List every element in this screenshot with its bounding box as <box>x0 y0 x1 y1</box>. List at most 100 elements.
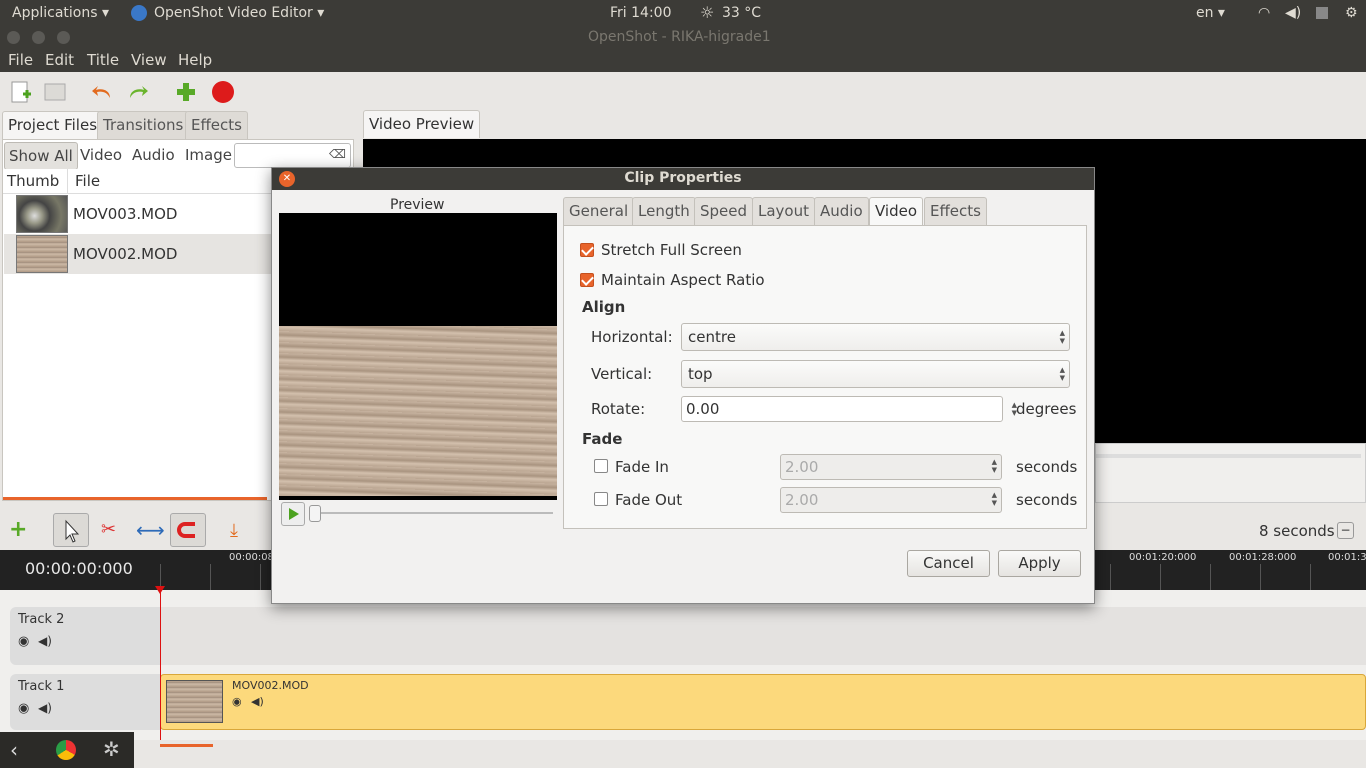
close-icon[interactable] <box>7 31 20 44</box>
select-tool-icon[interactable] <box>53 513 89 547</box>
minimize-icon[interactable] <box>32 31 45 44</box>
chrome-icon[interactable] <box>56 740 76 760</box>
stretch-label[interactable]: Stretch Full Screen <box>601 241 742 259</box>
eye-icon[interactable]: ◉ <box>18 634 29 649</box>
preview-label: Preview <box>390 197 445 213</box>
timeline-tracks: Track 2 ◉ ◀) Track 1 ◉ ◀) MOV002.MOD ◉ ◀… <box>0 590 1366 747</box>
filter-image[interactable]: Image <box>181 142 236 170</box>
preview-controls <box>1095 443 1366 503</box>
new-project-icon[interactable] <box>9 80 33 104</box>
tab-transitions[interactable]: Transitions <box>97 111 190 139</box>
cancel-button[interactable]: Cancel <box>907 550 990 577</box>
apply-button[interactable]: Apply <box>998 550 1081 577</box>
tab-effects[interactable]: Effects <box>924 197 987 226</box>
vertical-select[interactable]: top ▲ ▼ <box>681 360 1070 388</box>
import-icon[interactable]: ⤓ <box>230 520 238 541</box>
volume-icon[interactable]: ◀) <box>1285 5 1301 21</box>
filter-audio[interactable]: Audio <box>128 142 179 170</box>
preview-scrubber[interactable] <box>1096 454 1361 458</box>
menu-edit[interactable]: Edit <box>45 51 74 69</box>
clock[interactable]: Fri 14:00 <box>610 5 671 21</box>
back-icon[interactable]: ‹ <box>10 738 18 762</box>
rotate-input[interactable]: 0.00 ▲ ▼ <box>681 396 1017 422</box>
clear-icon[interactable]: ⌫ <box>329 147 346 161</box>
eye-icon[interactable]: ◉ <box>232 695 242 708</box>
horizontal-value: centre <box>688 328 736 346</box>
fade-in-checkbox[interactable] <box>594 459 608 473</box>
fade-in-value: 2.00 <box>785 458 819 476</box>
weather-icon: ☼ <box>700 3 715 22</box>
desktop: { "topbar": { "applications": "Applicati… <box>0 0 1366 768</box>
col-file[interactable]: File <box>75 172 100 190</box>
eye-icon[interactable]: ◉ <box>18 701 29 716</box>
fade-in-input[interactable]: 2.00 ▲ ▼ <box>780 454 1002 480</box>
spin-arrows-icon[interactable]: ▲ ▼ <box>992 458 997 474</box>
battery-icon[interactable] <box>1316 7 1328 19</box>
clip-properties-dialog: Clip Properties ✕ Preview General Length… <box>271 167 1095 604</box>
clip-preview-frame <box>279 326 557 496</box>
col-thumb[interactable]: Thumb <box>7 172 59 190</box>
language-indicator[interactable]: en ▾ <box>1196 5 1225 21</box>
add-track-icon[interactable]: + <box>9 519 27 541</box>
applications-menu[interactable]: Applications ▾ <box>12 5 109 21</box>
seek-handle[interactable] <box>309 505 321 522</box>
track-name: Track 2 <box>18 612 65 627</box>
fade-out-input[interactable]: 2.00 ▲ ▼ <box>780 487 1002 513</box>
track-header[interactable]: Track 2 ◉ ◀) <box>10 607 160 665</box>
tab-video-preview[interactable]: Video Preview <box>363 110 481 138</box>
stretch-checkbox[interactable] <box>580 243 594 257</box>
aspect-checkbox[interactable] <box>580 273 594 287</box>
tab-effects[interactable]: Effects <box>185 111 248 139</box>
redo-icon[interactable] <box>126 80 150 104</box>
tab-project-files[interactable]: Project Files <box>2 111 104 139</box>
menu-title[interactable]: Title <box>87 51 119 69</box>
seek-track[interactable] <box>317 512 553 514</box>
rotate-unit: degrees <box>1016 400 1077 418</box>
filter-show-all[interactable]: Show All <box>4 142 78 170</box>
tab-general[interactable]: General <box>563 197 635 226</box>
tab-speed[interactable]: Speed <box>694 197 754 226</box>
playhead-marker[interactable] <box>155 586 165 594</box>
track-header[interactable]: Track 1 ◉ ◀) <box>10 674 160 730</box>
ruler-label: 00:01:28:000 <box>1229 552 1297 563</box>
gear-icon[interactable]: ⚙ <box>1345 5 1358 21</box>
filter-video[interactable]: Video <box>76 142 126 170</box>
fade-out-unit: seconds <box>1016 491 1078 509</box>
fade-out-checkbox[interactable] <box>594 492 608 506</box>
app-menu[interactable]: OpenShot Video Editor ▾ <box>154 5 324 21</box>
tab-layout[interactable]: Layout <box>752 197 815 226</box>
track-2-lane[interactable] <box>160 607 1366 665</box>
snap-icon[interactable] <box>170 513 206 547</box>
aspect-label[interactable]: Maintain Aspect Ratio <box>601 271 765 289</box>
zoom-out-icon[interactable]: − <box>1337 522 1354 539</box>
playhead[interactable] <box>160 590 161 740</box>
undo-icon[interactable] <box>90 80 114 104</box>
menu-file[interactable]: File <box>8 51 33 69</box>
save-project-icon[interactable] <box>43 80 67 104</box>
search-input[interactable]: ⌫ <box>234 143 351 168</box>
tab-audio[interactable]: Audio <box>814 197 869 226</box>
wifi-icon[interactable]: ◠ <box>1258 5 1270 21</box>
dialog-close-icon[interactable]: ✕ <box>279 171 295 187</box>
file-name: MOV003.MOD <box>73 205 178 223</box>
fade-out-label[interactable]: Fade Out <box>615 491 682 509</box>
speaker-icon[interactable]: ◀) <box>251 695 264 708</box>
speaker-icon[interactable]: ◀) <box>38 634 52 648</box>
menu-view[interactable]: View <box>131 51 167 69</box>
maximize-icon[interactable] <box>57 31 70 44</box>
play-icon[interactable] <box>281 502 305 526</box>
spin-arrows-icon[interactable]: ▲ ▼ <box>992 491 997 507</box>
move-icon[interactable]: ⟷ <box>136 518 165 542</box>
fade-in-label[interactable]: Fade In <box>615 458 669 476</box>
add-icon[interactable] <box>174 80 198 104</box>
aperture-icon[interactable]: ✲ <box>103 737 120 761</box>
tab-video[interactable]: Video <box>869 197 924 227</box>
speaker-icon[interactable]: ◀) <box>38 701 52 715</box>
weather-temp[interactable]: 33 °C <box>722 5 761 21</box>
record-icon[interactable] <box>211 80 235 104</box>
tab-length[interactable]: Length <box>632 197 696 226</box>
menu-help[interactable]: Help <box>178 51 212 69</box>
horizontal-select[interactable]: centre ▲ ▼ <box>681 323 1070 351</box>
razor-icon[interactable]: ✂ <box>101 519 116 540</box>
clip[interactable]: MOV002.MOD ◉ ◀) <box>160 674 1366 730</box>
